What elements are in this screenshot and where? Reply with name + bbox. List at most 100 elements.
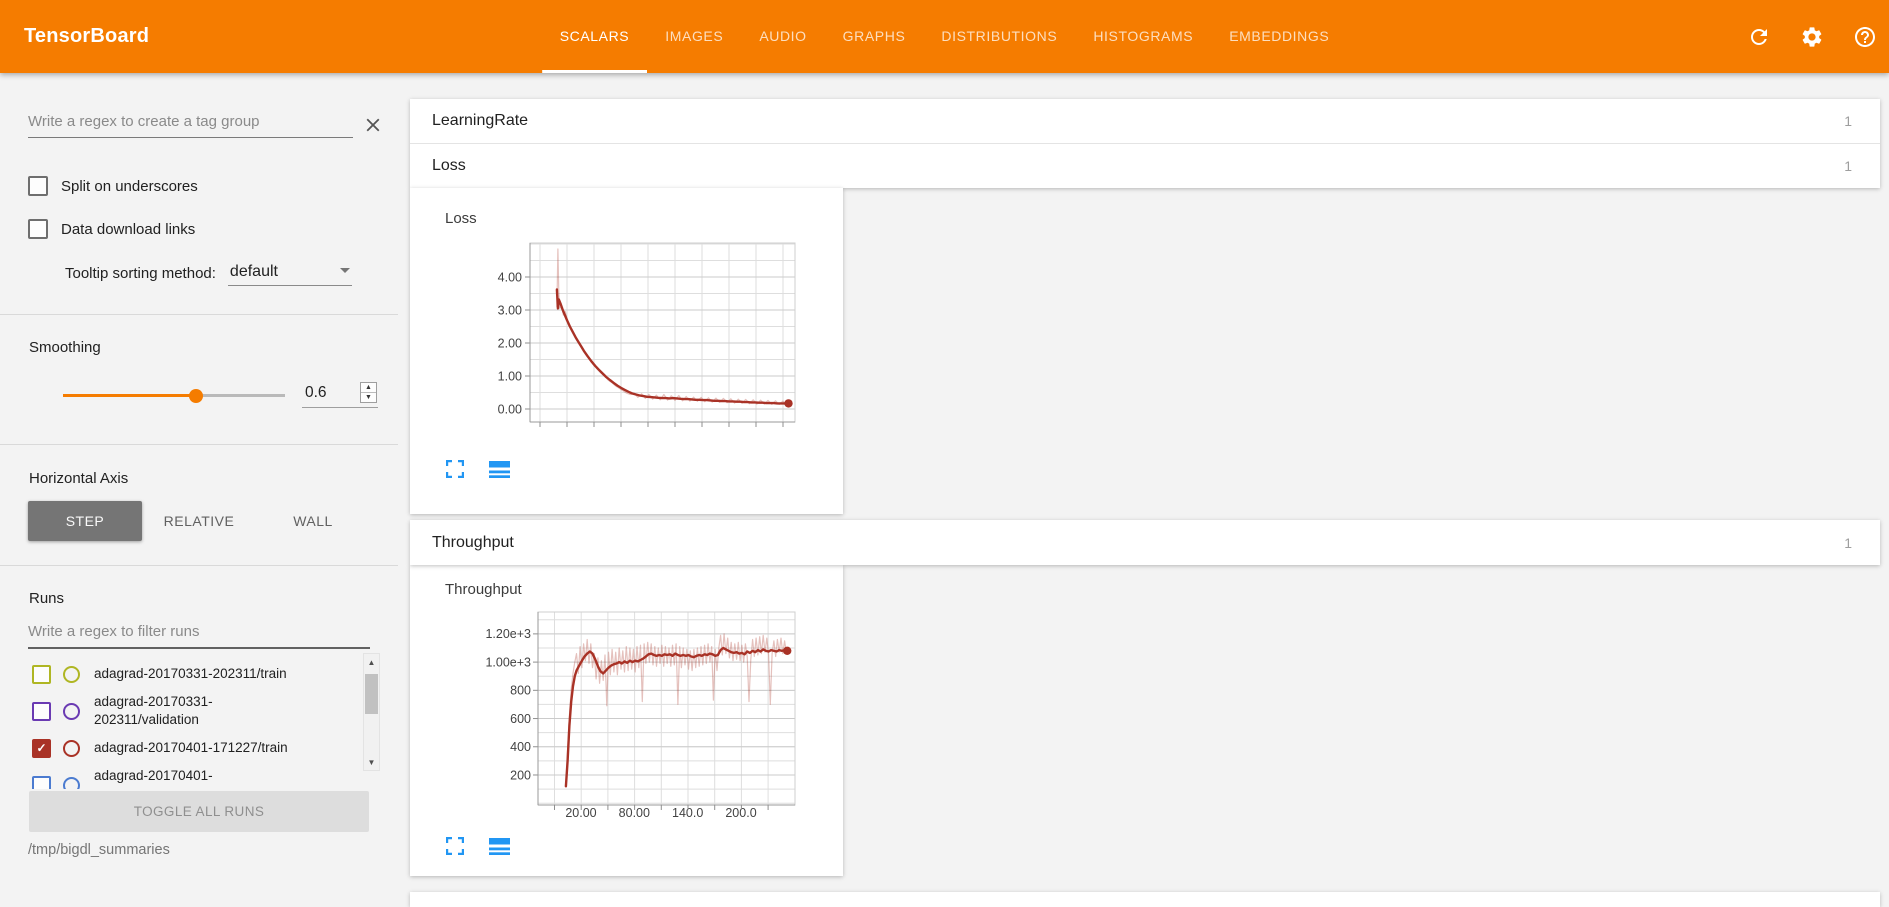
tab-scalars[interactable]: SCALARS [542,0,648,73]
runs-filter-input[interactable] [28,621,370,649]
chart-actions [446,837,510,855]
close-icon[interactable] [362,114,384,136]
tab-distributions[interactable]: DISTRIBUTIONS [923,0,1075,73]
checkbox-label: Split on underscores [61,178,198,195]
run-color-circle [63,703,80,720]
scrollbar-thumb[interactable] [365,674,378,714]
slider-knob[interactable] [189,389,203,403]
divider [0,565,398,566]
scroll-up-icon[interactable]: ▲ [364,654,379,670]
runs-label: Runs [29,590,398,607]
throughput-chart[interactable]: 2004006008001.00e+31.20e+320.0080.00140.… [410,565,843,876]
settings-gear-icon[interactable] [1800,25,1824,49]
run-checkbox[interactable] [32,665,51,684]
fullscreen-icon[interactable] [446,837,464,855]
chart-count-badge: 1 [1844,113,1852,129]
run-checkbox[interactable] [32,702,51,721]
smoothing-label: Smoothing [29,339,398,356]
relative-button[interactable]: RELATIVE [142,501,256,541]
app-title: TensorBoard [24,25,149,48]
stepper-icon[interactable]: ▲▼ [360,382,377,403]
main-content: LearningRate 1 Loss 1 Loss 0.00 1.00 2.00 3… [398,73,1889,907]
log-directory-path: /tmp/bigdl_summaries [28,842,398,858]
category-headers-group: LearningRate 1 Loss 1 [410,99,1880,188]
tooltip-sorting-row: Tooltip sorting method: default [65,263,398,286]
scroll-down-icon[interactable]: ▼ [364,754,379,770]
tab-bar: SCALARS IMAGES AUDIO GRAPHS DISTRIBUTION… [542,0,1348,73]
data-download-links-checkbox[interactable]: Data download links [28,219,398,239]
svg-text:1.00e+3: 1.00e+3 [485,655,531,669]
section-header-throughput[interactable]: Throughput 1 [410,520,1880,565]
tab-audio[interactable]: AUDIO [741,0,824,73]
run-row[interactable]: ✓ adagrad-20170401-171227/train [32,733,344,763]
slider-fill [63,394,196,397]
checkbox-icon [28,219,48,239]
svg-text:600: 600 [510,712,531,726]
split-underscores-checkbox[interactable]: Split on underscores [28,176,398,196]
svg-text:4.00: 4.00 [498,270,522,284]
tag-filter-row [28,111,384,138]
run-row[interactable]: adagrad-20170331-202311/train [32,659,344,689]
wall-button[interactable]: WALL [256,501,370,541]
top-app-bar: TensorBoard SCALARS IMAGES AUDIO GRAPHS … [0,0,1889,73]
svg-text:2.00: 2.00 [498,336,522,350]
run-label: adagrad-20170401-171227/validation [94,767,312,789]
help-icon[interactable] [1853,25,1877,49]
step-button[interactable]: STEP [28,501,142,541]
svg-text:400: 400 [510,740,531,754]
section-title: Loss [432,157,466,175]
sidebar: Split on underscores Data download links… [0,73,398,907]
runs-list: adagrad-20170331-202311/train adagrad-201… [28,649,384,789]
next-section-header-partial[interactable] [410,892,1880,907]
checkbox-icon [28,176,48,196]
tab-histograms[interactable]: HISTOGRAMS [1075,0,1211,73]
run-row[interactable]: adagrad-20170401-171227/validation [32,767,344,789]
tab-embeddings[interactable]: EMBEDDINGS [1211,0,1347,73]
runs-scrollbar[interactable]: ▲ ▼ [363,653,380,771]
toolbar-icons [1747,25,1877,49]
tooltip-sorting-label: Tooltip sorting method: [65,265,216,286]
run-checkbox[interactable]: ✓ [32,739,51,758]
runs-list-container: adagrad-20170331-202311/train adagrad-201… [28,649,384,789]
section-title: LearningRate [432,112,528,130]
chart-actions [446,460,510,478]
loss-chart-card: Loss 0.001.002.003.004.00 [410,188,843,514]
chevron-down-icon [340,268,350,273]
run-label: adagrad-20170401-171227/train [94,739,312,757]
section-header-loss[interactable]: Loss 1 [410,143,1880,188]
checkbox-label: Data download links [61,221,195,238]
svg-text:3.00: 3.00 [498,303,522,317]
svg-text:200: 200 [510,768,531,782]
throughput-chart-card: Throughput 2004006008001.00e+31.20e+320.… [410,565,843,876]
chart-count-badge: 1 [1844,535,1852,551]
smoothing-slider[interactable] [63,388,285,403]
run-checkbox[interactable] [32,776,51,789]
smoothing-value-input[interactable]: 0.6 ▲▼ [302,382,378,408]
tab-graphs[interactable]: GRAPHS [825,0,924,73]
toggle-all-runs-button[interactable]: TOGGLE ALL RUNS [29,791,369,832]
runs-filter-row [28,621,370,649]
tooltip-sort-select[interactable]: default [228,263,352,286]
run-label: adagrad-20170331-202311/train [94,665,312,683]
data-options-icon[interactable] [489,461,510,478]
run-color-circle [63,666,80,683]
run-label: adagrad-20170331-202311/validation [94,693,312,729]
divider [0,314,398,315]
tag-filter-input[interactable] [28,111,353,138]
tab-images[interactable]: IMAGES [647,0,741,73]
svg-text:0.00: 0.00 [498,402,522,416]
section-title: Throughput [432,534,514,552]
smoothing-value: 0.6 [305,384,327,402]
fullscreen-icon[interactable] [446,460,464,478]
section-header-learningrate[interactable]: LearningRate 1 [410,99,1880,143]
run-row[interactable]: adagrad-20170331-202311/validation [32,693,344,729]
svg-text:1.20e+3: 1.20e+3 [485,627,531,641]
smoothing-row: 0.6 ▲▼ [63,382,398,408]
data-options-icon[interactable] [489,838,510,855]
refresh-icon[interactable] [1747,25,1771,49]
chart-count-badge: 1 [1844,158,1852,174]
svg-text:1.00: 1.00 [498,369,522,383]
svg-text:800: 800 [510,684,531,698]
tooltip-sort-value: default [230,263,278,281]
divider [0,444,398,445]
